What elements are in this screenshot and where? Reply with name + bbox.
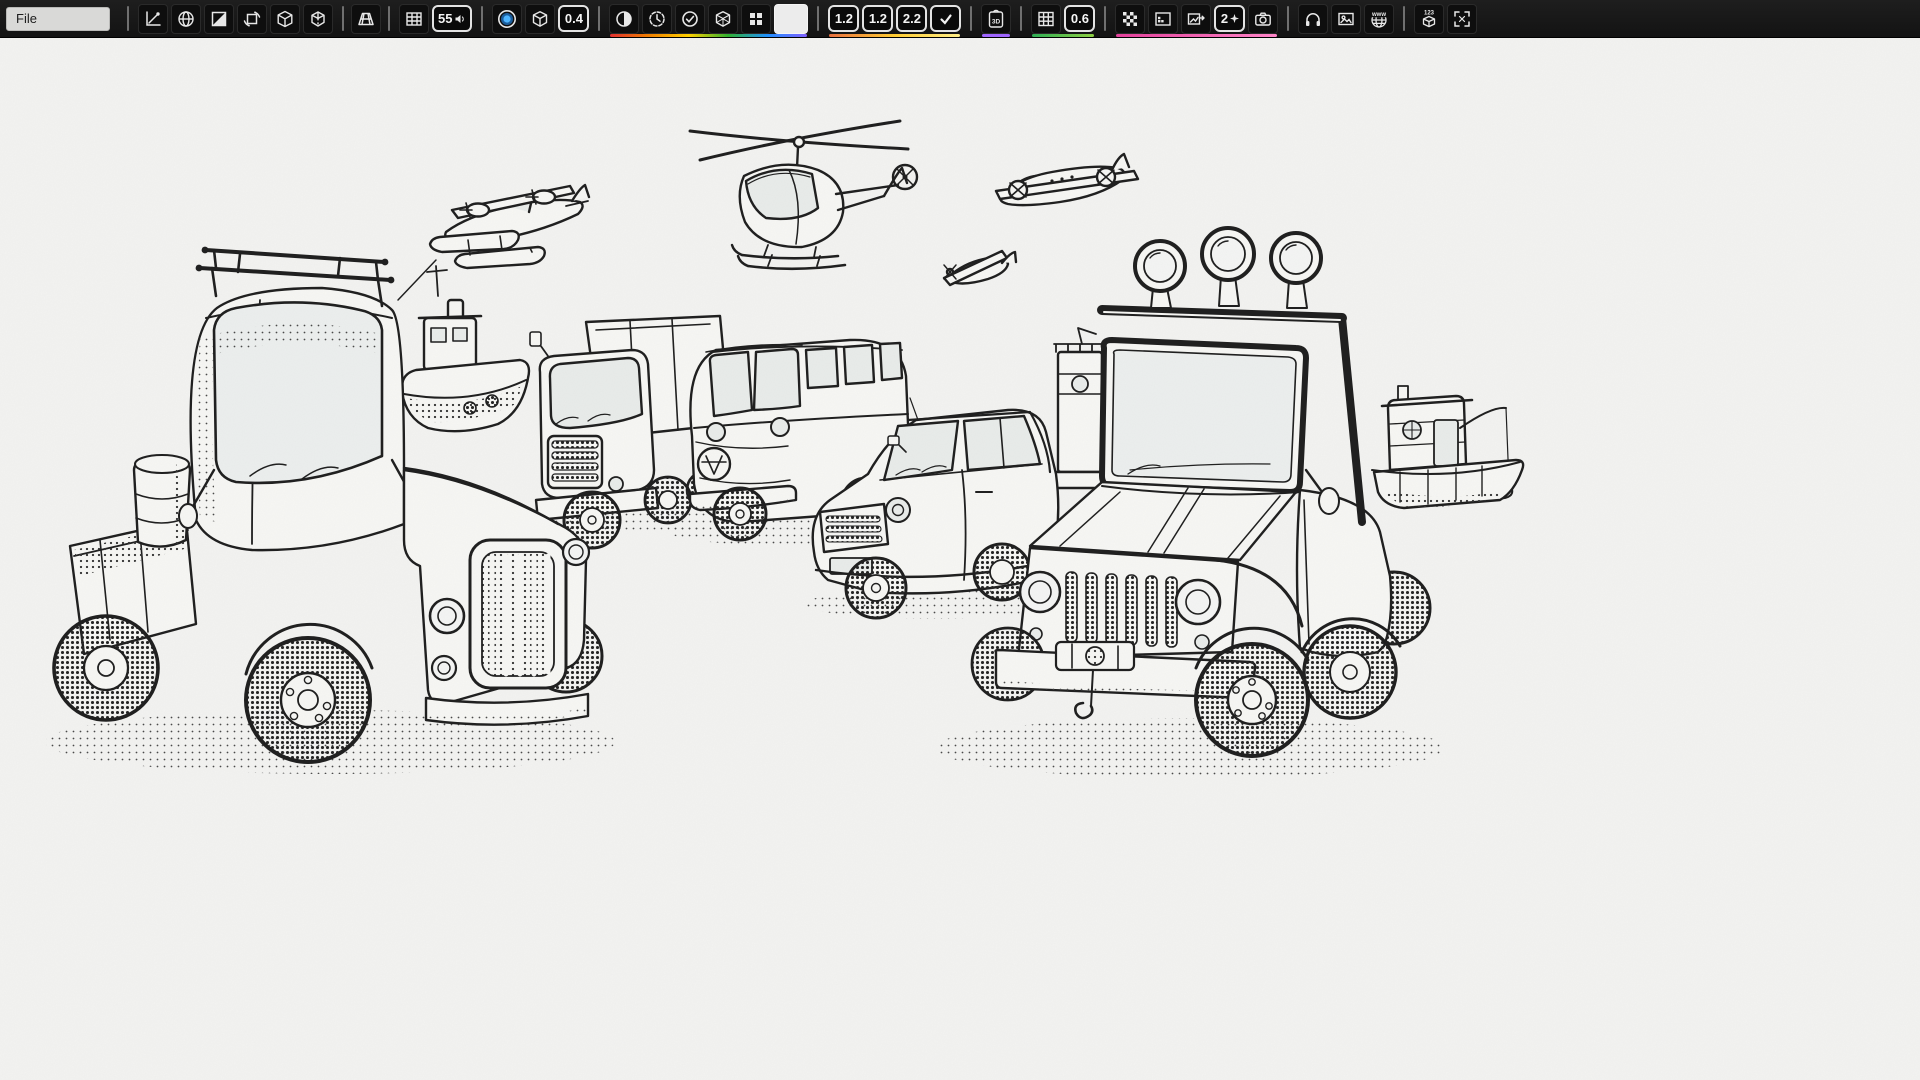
cube-gizmo-icon-button[interactable]: [270, 4, 300, 34]
svg-text:123: 123: [1424, 10, 1435, 16]
shading-modes-group: [607, 0, 810, 38]
opacity-value: 0.6: [1071, 11, 1089, 26]
sparkle-icon: [1230, 14, 1239, 23]
half-filled-square-icon-button[interactable]: [204, 4, 234, 34]
density-value: 0.4: [565, 11, 583, 26]
viewport-drawing: [0, 38, 1920, 1080]
output-modes-group: 2: [1113, 0, 1280, 38]
viewport-canvas[interactable]: [0, 38, 1920, 1080]
camera-icon-button[interactable]: [1248, 4, 1278, 34]
toolbar-separator: [598, 6, 600, 31]
toolbar-separator: [970, 6, 972, 31]
white-swatch-button[interactable]: [774, 4, 808, 34]
check-icon: [938, 11, 954, 27]
file-menu-button[interactable]: File: [6, 7, 110, 31]
matrix-grid-icon-button[interactable]: [1031, 4, 1061, 34]
toolbar-separator: [388, 6, 390, 31]
toolbar-separator: [1403, 6, 1405, 31]
perspective-plane-icon-button[interactable]: [351, 4, 381, 34]
svg-text:3D: 3D: [992, 18, 1001, 25]
image-icon-button[interactable]: [1331, 4, 1361, 34]
frame-number-value: 2: [1221, 11, 1228, 26]
focus-group: 0.4: [490, 0, 591, 38]
toolbar-separator: [1104, 6, 1106, 31]
tile-grid-icon-button[interactable]: [741, 4, 771, 34]
grid-samples-group: 55: [397, 0, 474, 38]
corner-axes-icon-button[interactable]: [138, 4, 168, 34]
grid-table-icon-button[interactable]: [399, 4, 429, 34]
toolbar-separator: [817, 6, 819, 31]
timer-icon-button[interactable]: [642, 4, 672, 34]
web-globe-icon-button[interactable]: www: [1364, 4, 1394, 34]
opacity-value-box[interactable]: 0.6: [1064, 5, 1095, 32]
enabled-checkbox[interactable]: [930, 5, 961, 32]
view-tools-group: [136, 0, 335, 38]
svg-text:www: www: [1371, 12, 1386, 18]
toolbar-separator: [1020, 6, 1022, 31]
matrix-opacity-group: 0.6: [1029, 0, 1097, 38]
line-parameters-group: 1.2 1.2 2.2: [826, 0, 963, 38]
frame-two-value-box[interactable]: 2: [1214, 5, 1245, 32]
clipboard-3d-icon-button[interactable]: 3D: [981, 4, 1011, 34]
frame-tools-group: 123: [1412, 0, 1479, 38]
gamma-value: 2.2: [903, 11, 921, 26]
line-width-value-box[interactable]: 1.2: [828, 5, 859, 32]
headphones-icon-button[interactable]: [1298, 4, 1328, 34]
toolbar-separator: [127, 6, 129, 31]
speaker-icon: [454, 13, 466, 25]
cube-wire-icon-button[interactable]: [303, 4, 333, 34]
paper-grain-overlay: [0, 38, 1920, 1080]
density-value-box[interactable]: 0.4: [558, 5, 589, 32]
checkerboard-icon-button[interactable]: [1115, 4, 1145, 34]
crop-frame-icon-button[interactable]: [1447, 4, 1477, 34]
wire-box-icon-button[interactable]: [708, 4, 738, 34]
sphere-icon-button[interactable]: [171, 4, 201, 34]
check-circle-icon-button[interactable]: [675, 4, 705, 34]
taper-value: 1.2: [869, 11, 887, 26]
gamma-value-box[interactable]: 2.2: [896, 5, 927, 32]
taper-value-box[interactable]: 1.2: [862, 5, 893, 32]
samples-value-box[interactable]: 55: [432, 5, 472, 32]
clipboard-group: 3D: [979, 0, 1013, 38]
contrast-icon-button[interactable]: [609, 4, 639, 34]
rotate-view-icon-button[interactable]: [237, 4, 267, 34]
image-export-icon-button[interactable]: [1181, 4, 1211, 34]
screen-dither-icon-button[interactable]: [1148, 4, 1178, 34]
bounding-cube-icon-button[interactable]: [525, 4, 555, 34]
samples-value: 55: [438, 11, 452, 26]
toolbar-separator: [342, 6, 344, 31]
toolbar-separator: [1287, 6, 1289, 31]
application-window: File: [0, 0, 1920, 1080]
focus-point-icon-button[interactable]: [492, 4, 522, 34]
media-group: www: [1296, 0, 1396, 38]
toolbar-separator: [481, 6, 483, 31]
line-width-value: 1.2: [835, 11, 853, 26]
main-toolbar: File: [0, 0, 1920, 38]
numbered-cube-icon-button[interactable]: 123: [1414, 4, 1444, 34]
